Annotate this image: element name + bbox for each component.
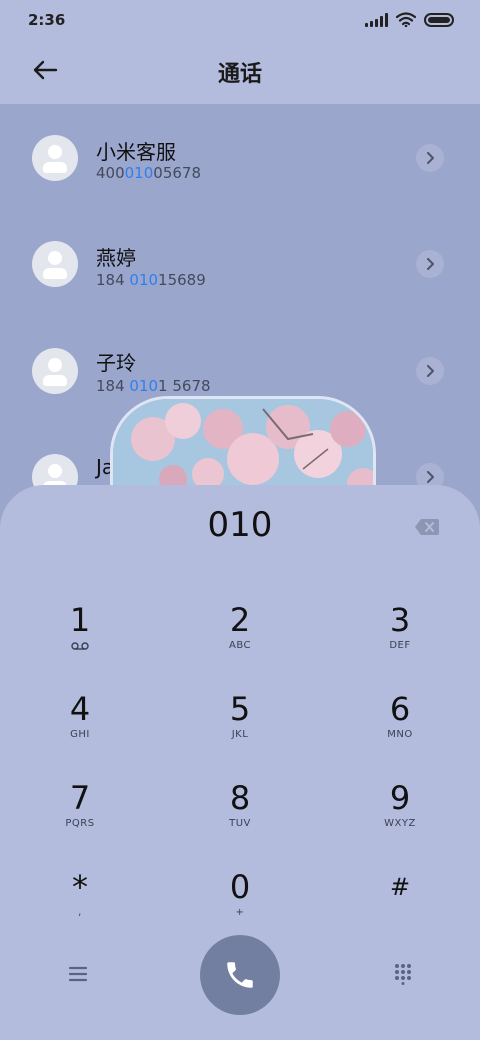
contact-name: 子玲 [96,351,136,375]
contact-number: 40001005678 [96,164,201,182]
dial-key-hash[interactable]: # [340,869,460,939]
contact-name: 小米客服 [96,140,176,164]
backspace-icon [415,519,439,535]
chevron-right-icon [427,471,434,483]
dial-key-3[interactable]: 3 DEF [340,602,460,672]
backspace-button[interactable] [414,518,440,536]
dial-key-0[interactable]: 0 + [180,869,300,939]
dial-key-4[interactable]: 4 GHI [20,691,140,761]
status-icons [365,12,454,27]
chevron-right-icon [427,258,434,270]
contact-number: 184 01015689 [96,271,206,289]
status-time: 2:36 [28,11,66,29]
call-button[interactable] [200,935,280,1015]
contact-detail-button[interactable] [416,357,444,385]
keypad-toggle-button[interactable] [392,963,414,985]
match-highlight: 010 [124,164,154,182]
page-title: 通话 [217,62,262,87]
dial-key-5[interactable]: 5 JKL [180,691,300,761]
signal-icon [365,12,388,27]
dial-key-2[interactable]: 2 ABC [180,602,300,672]
match-highlight: 010 [129,377,159,395]
contact-row[interactable]: 燕婷 184 01015689 [0,217,480,317]
contact-row[interactable]: 小米客服 40001005678 [0,110,480,210]
chevron-right-icon [427,152,434,164]
dialed-number-display: 010 [207,505,273,545]
avatar [32,135,78,181]
battery-icon [424,12,454,27]
menu-icon [68,966,88,982]
dial-key-6[interactable]: 6 MNO [340,691,460,761]
dial-key-star[interactable]: *, [20,869,140,939]
keypad-icon [395,964,411,985]
chevron-right-icon [427,365,434,377]
contact-number: 184 0101 5678 [96,377,211,395]
app-header: 2:36 通话 [0,0,480,104]
contact-name: 燕婷 [96,246,136,270]
dial-key-1[interactable]: 1 [20,602,140,672]
avatar [32,348,78,394]
dialpad-sheet: 010 1 2 ABC 3 DEF 4 GHI 5 JKL 6 MNO 7 PQRS [0,485,480,1040]
contact-detail-button[interactable] [416,144,444,172]
dial-key-7[interactable]: 7 PQRS [20,780,140,850]
contact-detail-button[interactable] [416,250,444,278]
dial-key-9[interactable]: 9 WXYZ [340,780,460,850]
match-highlight: 010 [129,271,159,289]
voicemail-icon [71,642,89,650]
wifi-icon [396,12,416,27]
menu-button[interactable] [66,963,90,985]
phone-icon [227,962,253,988]
dial-key-8[interactable]: 8 TUV [180,780,300,850]
avatar [32,241,78,287]
